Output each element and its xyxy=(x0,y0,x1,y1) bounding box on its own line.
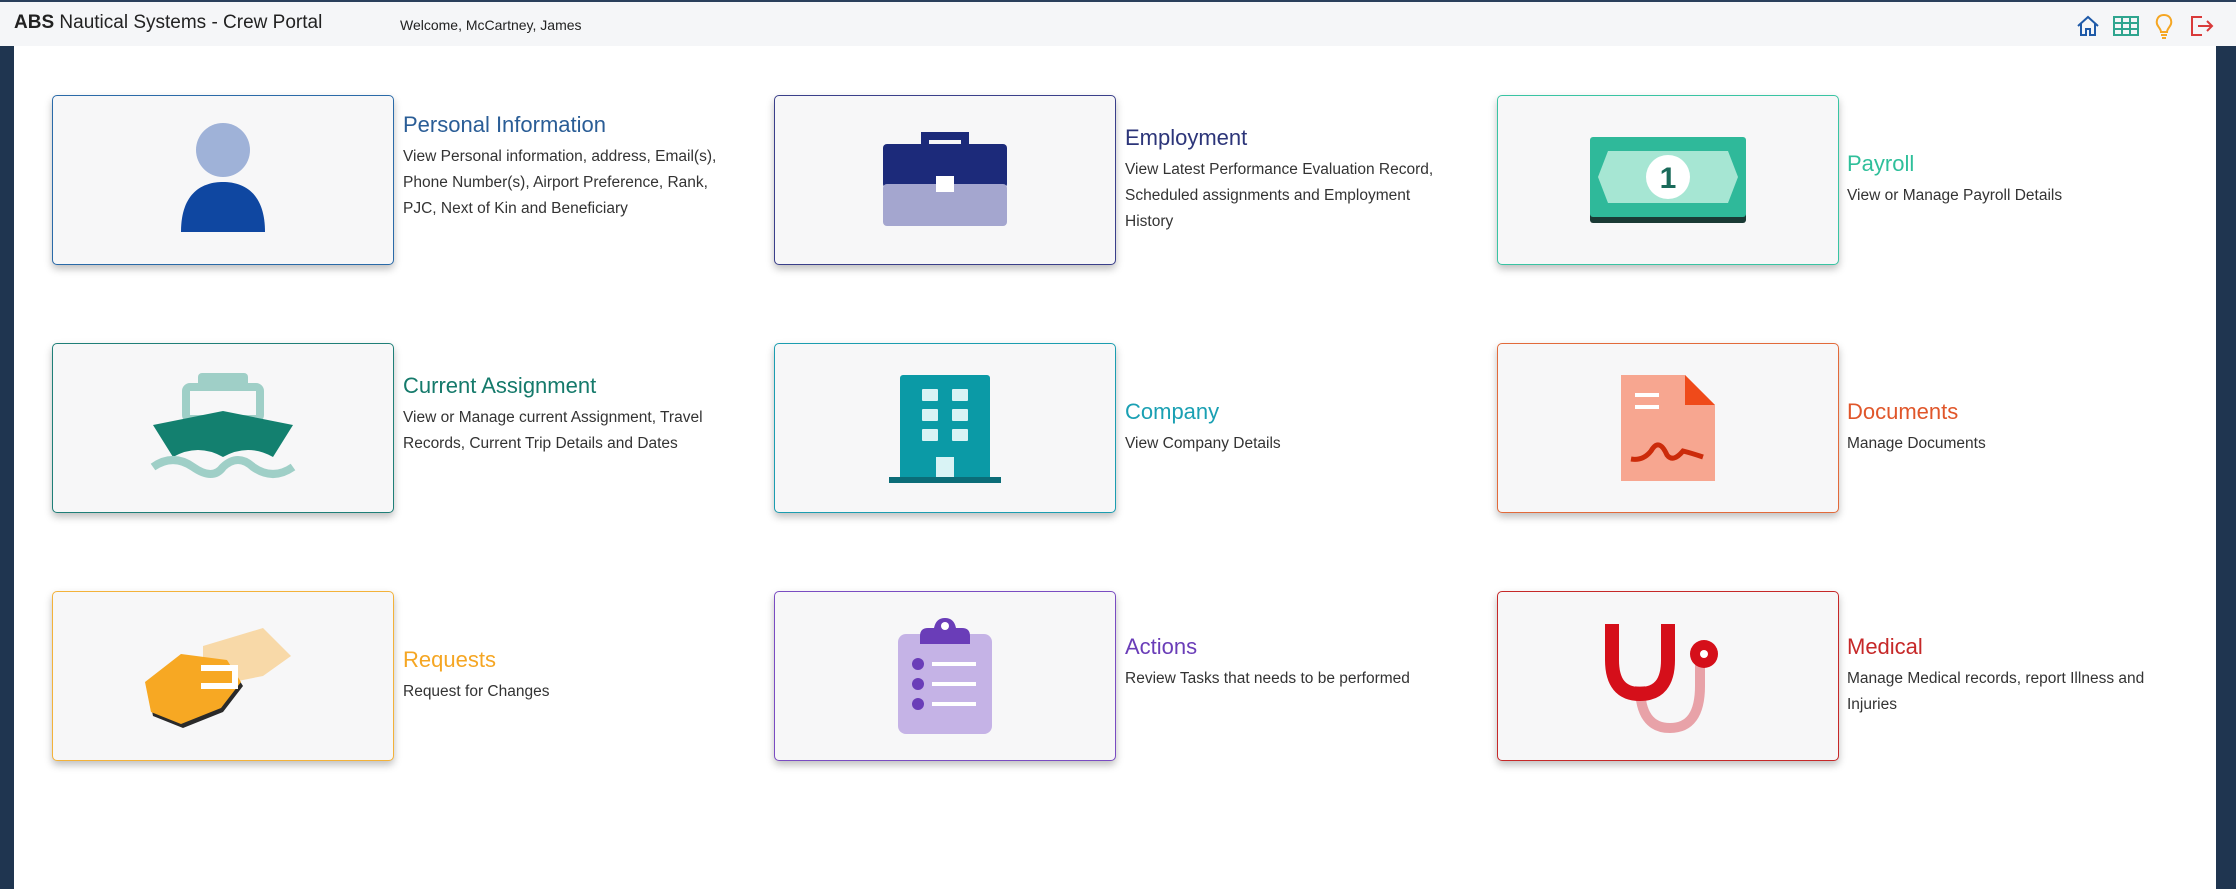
tile-desc-payroll: View or Manage Payroll Details xyxy=(1847,187,2063,204)
tile-desc-medical: Manage Medical records, report Illness a… xyxy=(1847,670,2145,713)
tile-title-actions[interactable]: Actions xyxy=(1125,634,1197,660)
tile-employment[interactable] xyxy=(774,95,1116,265)
tile-medical[interactable] xyxy=(1497,591,1839,761)
grid-icon[interactable] xyxy=(2112,12,2140,40)
tile-title-personal-information[interactable]: Personal Information xyxy=(403,112,606,138)
tile-company[interactable] xyxy=(774,343,1116,513)
tile-desc-documents: Manage Documents xyxy=(1847,435,1986,452)
tile-title-medical[interactable]: Medical xyxy=(1847,634,1923,660)
svg-text:1: 1 xyxy=(1660,162,1677,195)
tile-payroll[interactable]: 1 xyxy=(1497,95,1839,265)
tile-current-assignment[interactable] xyxy=(52,343,394,513)
tile-title-employment[interactable]: Employment xyxy=(1125,125,1247,151)
welcome-text: Welcome, McCartney, James xyxy=(400,17,582,33)
tile-desc-actions: Review Tasks that needs to be performed xyxy=(1125,670,1410,687)
tile-title-payroll[interactable]: Payroll xyxy=(1847,151,1914,177)
top-icons xyxy=(2074,12,2216,40)
home-icon[interactable] xyxy=(2074,12,2102,40)
tile-desc-employment: View Latest Performance Evaluation Recor… xyxy=(1125,161,1434,230)
top-bar: ABS Nautical Systems - Crew Portal Welco… xyxy=(0,0,2236,46)
building-icon xyxy=(889,374,1001,483)
app-title: ABS Nautical Systems - Crew Portal xyxy=(14,12,322,34)
tile-title-requests[interactable]: Requests xyxy=(403,647,496,673)
tile-title-current-assignment[interactable]: Current Assignment xyxy=(403,373,596,399)
tile-personal-information[interactable] xyxy=(52,95,394,265)
tile-desc-requests: Request for Changes xyxy=(403,683,550,700)
document-icon xyxy=(1621,374,1715,481)
tile-desc-personal-information: View Personal information, address, Emai… xyxy=(403,148,717,217)
briefcase-icon xyxy=(883,132,1007,226)
tile-title-company[interactable]: Company xyxy=(1125,399,1219,425)
tile-title-documents[interactable]: Documents xyxy=(1847,399,1958,425)
brand-name: Nautical Systems - Crew Portal xyxy=(54,12,323,33)
stethoscope-icon xyxy=(1605,624,1718,734)
tile-desc-company: View Company Details xyxy=(1125,435,1281,452)
ship-icon xyxy=(150,372,296,478)
clipboard-icon xyxy=(898,618,992,734)
brand-abs: ABS xyxy=(14,12,55,33)
person-icon xyxy=(181,123,265,232)
logout-icon[interactable] xyxy=(2188,12,2216,40)
tile-documents[interactable] xyxy=(1497,343,1839,513)
tile-desc-current-assignment: View or Manage current Assignment, Trave… xyxy=(403,409,703,452)
tile-requests[interactable] xyxy=(52,591,394,761)
handshake-icon xyxy=(145,628,291,728)
lightbulb-icon[interactable] xyxy=(2150,12,2178,40)
tile-actions[interactable] xyxy=(774,591,1116,761)
money-icon: 1 xyxy=(1590,137,1746,223)
main-content: Personal Information View Personal infor… xyxy=(14,46,2216,889)
